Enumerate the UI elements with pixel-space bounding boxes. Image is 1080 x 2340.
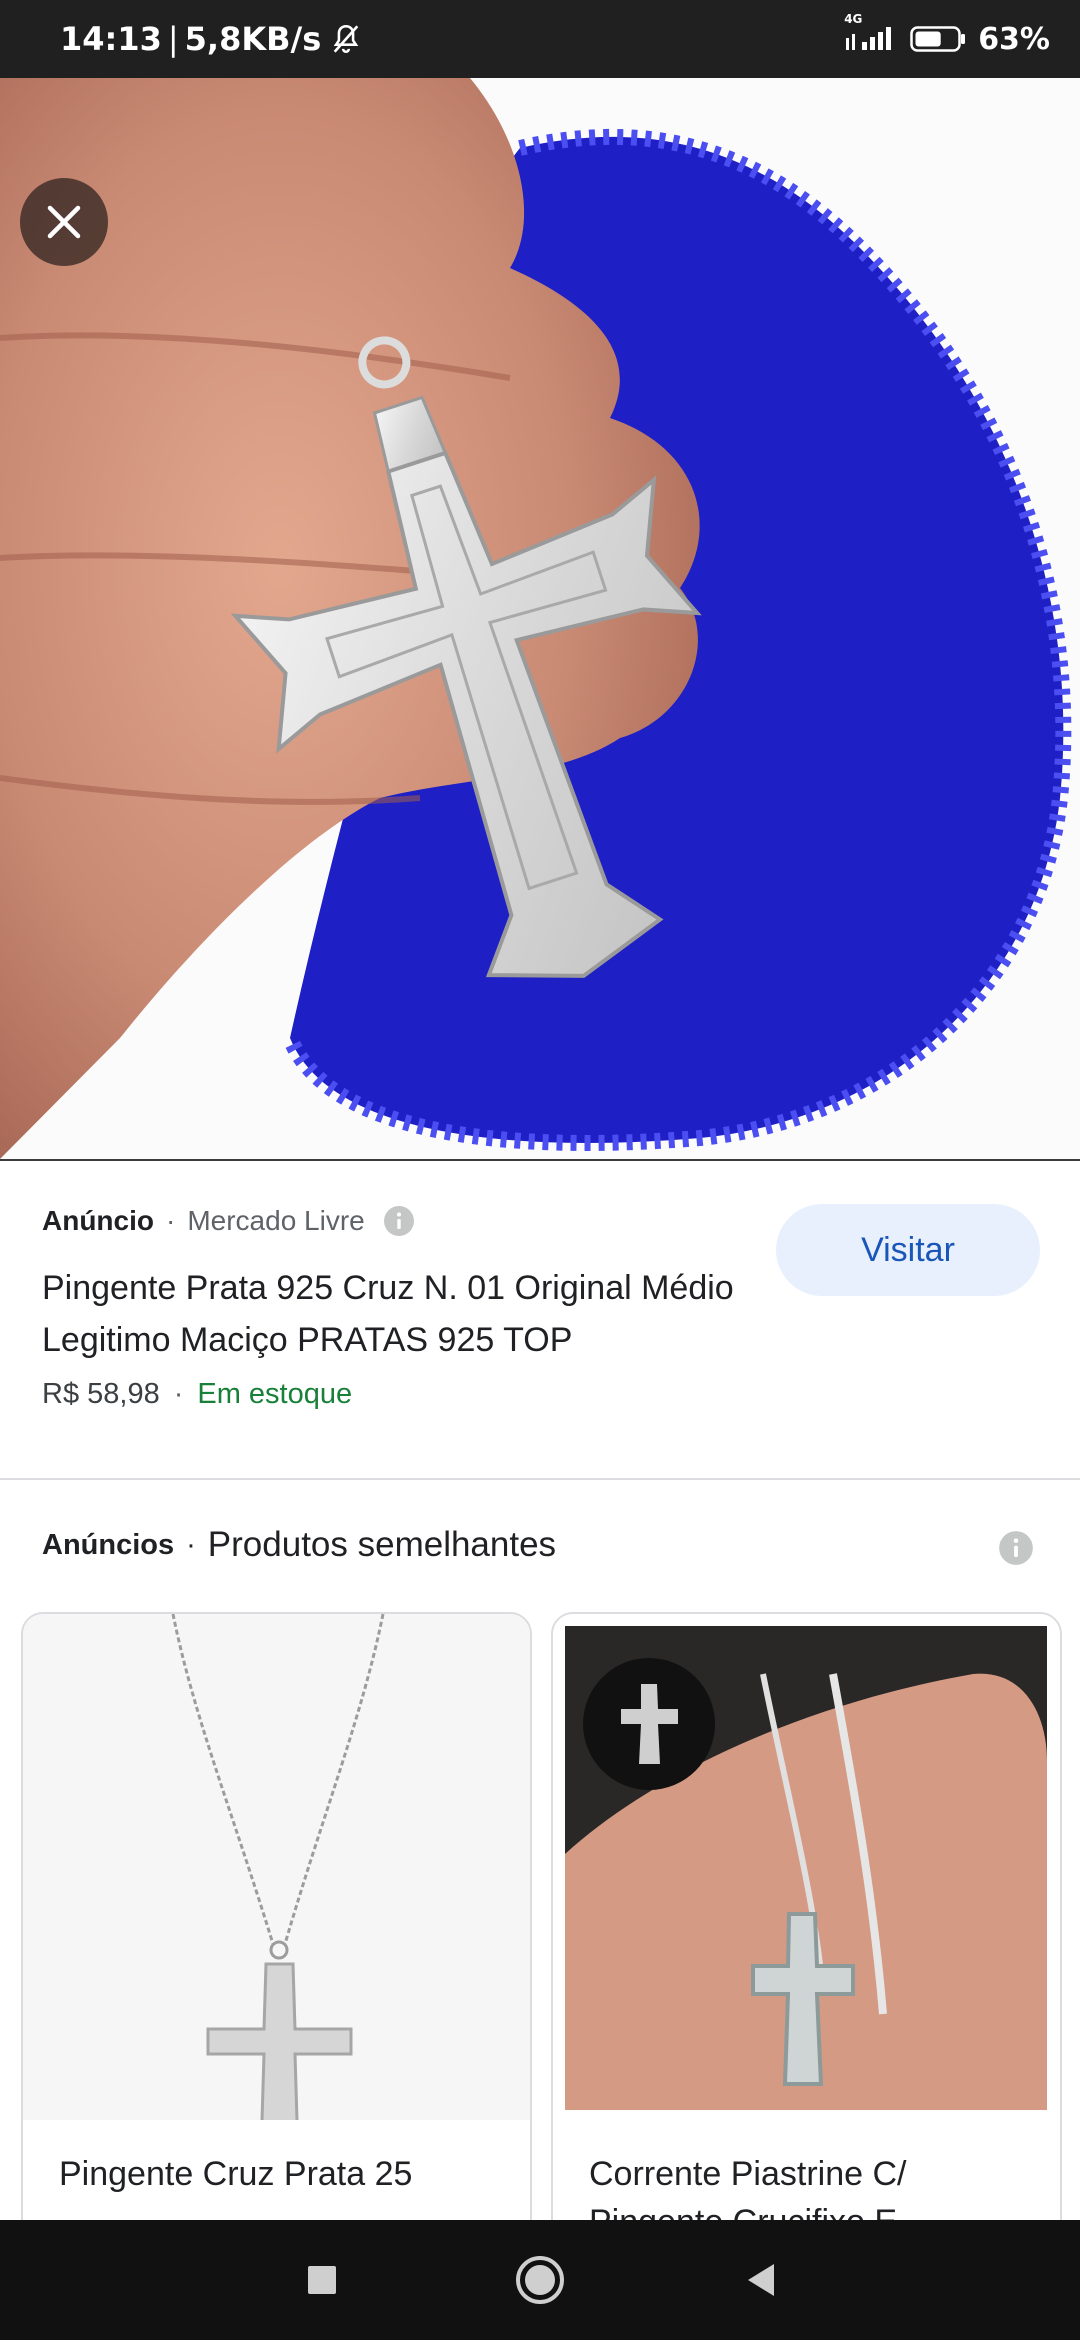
stock-status: Em estoque	[197, 1378, 353, 1410]
store-name[interactable]: Mercado Livre	[187, 1205, 364, 1237]
product-image[interactable]	[0, 78, 1080, 1159]
status-time: 14:13	[60, 20, 162, 58]
network-speed: 5,8KB/s	[184, 20, 322, 58]
back-triangle-icon[interactable]	[740, 2258, 784, 2302]
close-button[interactable]	[20, 178, 108, 266]
battery-icon	[910, 26, 966, 52]
close-icon	[47, 205, 81, 239]
product-card-title: Pingente Cruz Prata 25	[59, 2155, 413, 2193]
visit-button[interactable]: Visitar	[776, 1204, 1040, 1296]
product-card-image	[553, 1614, 1060, 2120]
product-card-image	[23, 1614, 530, 2120]
product-photo	[0, 78, 1080, 1159]
recents-square-icon[interactable]	[300, 2258, 344, 2302]
price: R$ 58,98	[42, 1378, 160, 1410]
ad-label: Anúncio	[42, 1205, 154, 1236]
meta-dot: ·	[166, 1205, 176, 1236]
navigation-bar	[0, 2220, 1080, 2340]
product-title[interactable]: Pingente Prata 925 Cruz N. 01 Original M…	[42, 1262, 762, 1366]
status-left: 14:13 | 5,8KB/s	[60, 0, 363, 78]
ads-label: Anúncios	[42, 1528, 175, 1561]
section-divider	[0, 1478, 1080, 1480]
header-dot: ·	[186, 1528, 196, 1561]
info-icon[interactable]	[998, 1530, 1034, 1566]
info-icon[interactable]	[383, 1205, 415, 1237]
bell-off-icon	[333, 24, 359, 53]
price-line: R$ 58,98 · Em estoque	[42, 1378, 352, 1411]
price-dot: ·	[173, 1378, 184, 1410]
ad-meta: Anúncio · Mercado Livre	[42, 1205, 415, 1237]
similar-title: Produtos semelhantes	[207, 1525, 557, 1564]
status-right: 4G 63%	[844, 0, 1050, 78]
home-circle-icon[interactable]	[514, 2254, 566, 2306]
status-bar: 14:13 | 5,8KB/s 4G 63%	[0, 0, 1080, 78]
status-separator: |	[167, 20, 179, 58]
hero-divider	[0, 1159, 1080, 1161]
network-type: 4G	[844, 12, 863, 26]
signal-icon: 4G	[844, 12, 898, 54]
battery-percent: 63%	[978, 21, 1050, 57]
similar-header: Anúncios · Produtos semelhantes	[42, 1525, 556, 1565]
